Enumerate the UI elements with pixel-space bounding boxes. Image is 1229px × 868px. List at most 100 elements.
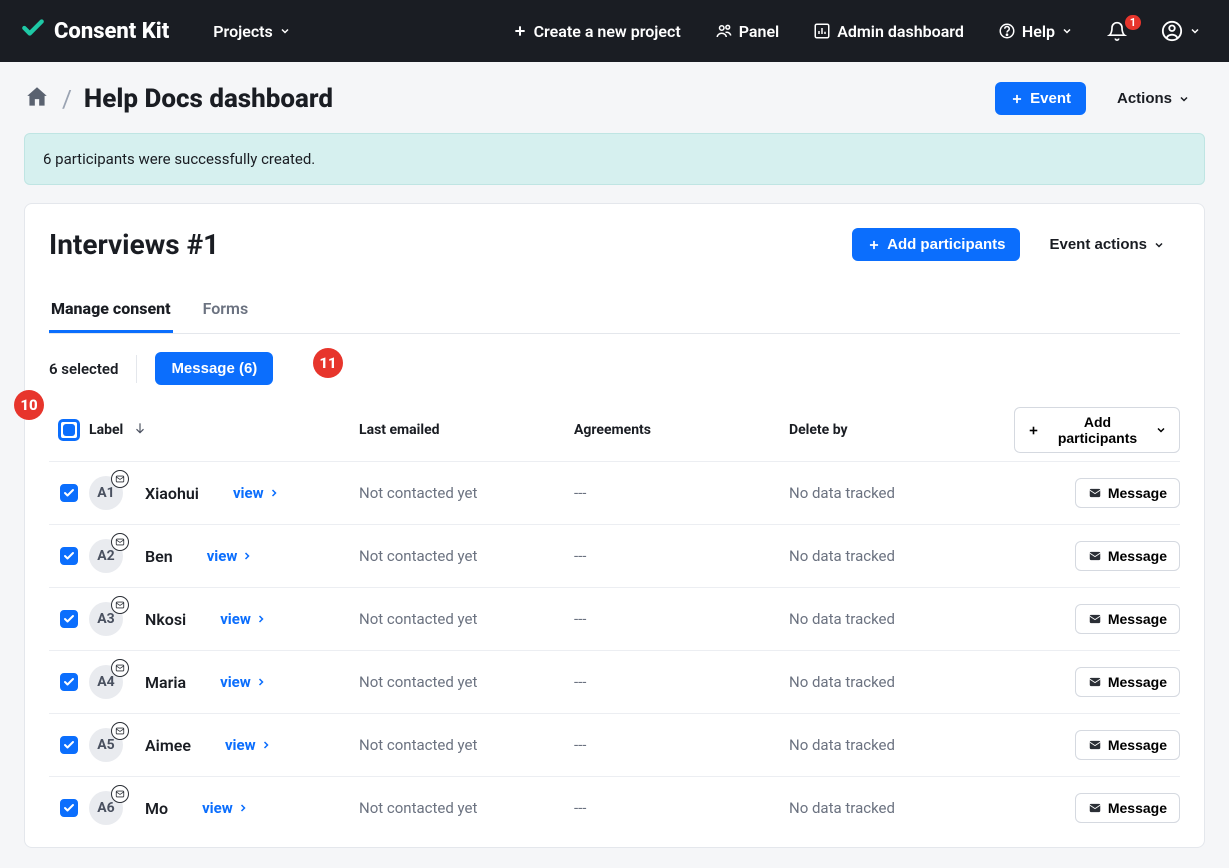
select-all-checkbox[interactable] [58, 419, 80, 441]
row-message-button[interactable]: Message [1075, 730, 1180, 760]
row-message-button[interactable]: Message [1075, 667, 1180, 697]
view-link[interactable]: view [202, 799, 249, 817]
col-last-emailed[interactable]: Last emailed [359, 422, 574, 438]
view-link[interactable]: view [220, 673, 267, 691]
last-emailed-cell: Not contacted yet [359, 736, 574, 754]
plus-icon [867, 238, 881, 252]
top-nav: Consent Kit Projects Create a new projec… [0, 0, 1229, 62]
annotation-10: 10 [14, 390, 44, 420]
agreements-cell: --- [574, 673, 789, 691]
agreements-cell: --- [574, 484, 789, 502]
event-actions-dropdown[interactable]: Event actions [1034, 228, 1180, 261]
envelope-icon [111, 596, 129, 614]
bell-icon [1107, 21, 1127, 41]
chevron-down-icon [1178, 93, 1190, 105]
row-checkbox[interactable] [60, 610, 78, 628]
selected-count: 6 selected [49, 360, 118, 378]
avatar: A4 [89, 665, 123, 699]
table-row: A4 Maria view Not contacted yet --- No d… [49, 650, 1180, 713]
row-checkbox[interactable] [60, 547, 78, 565]
breadcrumb: / Help Docs dashboard Event Actions [24, 82, 1205, 115]
sort-down-icon[interactable] [133, 421, 147, 439]
envelope-icon [111, 785, 129, 803]
avatar: A6 [89, 791, 123, 825]
nav-projects[interactable]: Projects [199, 22, 305, 41]
bulk-message-button[interactable]: Message (6) [155, 352, 273, 385]
col-label[interactable]: Label [89, 422, 123, 438]
view-link[interactable]: view [220, 610, 267, 628]
last-emailed-cell: Not contacted yet [359, 547, 574, 565]
delete-by-cell: No data tracked [789, 673, 1014, 691]
chart-icon [813, 22, 831, 40]
chevron-down-icon [279, 25, 291, 37]
participant-name: Nkosi [145, 610, 186, 629]
participant-name: Aimee [145, 736, 191, 755]
last-emailed-cell: Not contacted yet [359, 673, 574, 691]
view-link[interactable]: view [207, 547, 254, 565]
row-checkbox[interactable] [60, 736, 78, 754]
event-card: Interviews #1 Add participants Event act… [24, 203, 1205, 848]
avatar: A1 [89, 476, 123, 510]
nav-admin[interactable]: Admin dashboard [805, 22, 972, 41]
plus-icon [1010, 92, 1024, 106]
plus-icon [1027, 424, 1040, 437]
participants-table: Label Last emailed Agreements Delete by … [49, 399, 1180, 839]
new-event-button[interactable]: Event [995, 82, 1086, 115]
brand-logo[interactable]: Consent Kit [20, 15, 169, 47]
participant-name: Maria [145, 673, 186, 692]
add-participants-button[interactable]: Add participants [852, 228, 1020, 261]
plus-icon [512, 23, 528, 39]
help-icon [998, 22, 1016, 40]
bulk-toolbar: 6 selected Message (6) 11 10 [49, 352, 1180, 385]
last-emailed-cell: Not contacted yet [359, 799, 574, 817]
table-row: A2 Ben view Not contacted yet --- No dat… [49, 524, 1180, 587]
participant-name: Ben [145, 547, 173, 566]
home-icon[interactable] [24, 84, 50, 114]
agreements-cell: --- [574, 736, 789, 754]
row-message-button[interactable]: Message [1075, 604, 1180, 634]
participant-name: Xiaohui [145, 484, 199, 503]
participant-name: Mo [145, 799, 168, 818]
delete-by-cell: No data tracked [789, 610, 1014, 628]
row-checkbox[interactable] [60, 673, 78, 691]
tab-forms[interactable]: Forms [201, 289, 251, 333]
view-link[interactable]: view [233, 484, 280, 502]
agreements-cell: --- [574, 610, 789, 628]
tab-manage-consent[interactable]: Manage consent [49, 289, 173, 333]
row-message-button[interactable]: Message [1075, 793, 1180, 823]
agreements-cell: --- [574, 799, 789, 817]
nav-account[interactable] [1153, 20, 1209, 42]
page-title: Help Docs dashboard [84, 84, 333, 114]
user-circle-icon [1161, 20, 1183, 42]
table-header: Label Last emailed Agreements Delete by … [49, 399, 1180, 461]
logo-mark-icon [20, 15, 46, 47]
nav-create-project[interactable]: Create a new project [504, 22, 689, 41]
delete-by-cell: No data tracked [789, 484, 1014, 502]
chevron-down-icon [1155, 424, 1167, 436]
delete-by-cell: No data tracked [789, 736, 1014, 754]
nav-panel[interactable]: Panel [707, 22, 787, 41]
table-row: A3 Nkosi view Not contacted yet --- No d… [49, 587, 1180, 650]
chevron-down-icon [1189, 25, 1201, 37]
envelope-icon [111, 659, 129, 677]
row-checkbox[interactable] [60, 799, 78, 817]
avatar: A3 [89, 602, 123, 636]
notification-badge: 1 [1125, 15, 1141, 30]
annotation-11: 11 [313, 348, 343, 378]
chevron-down-icon [1061, 25, 1073, 37]
col-agreements[interactable]: Agreements [574, 422, 789, 438]
last-emailed-cell: Not contacted yet [359, 610, 574, 628]
view-link[interactable]: view [225, 736, 272, 754]
row-message-button[interactable]: Message [1075, 541, 1180, 571]
row-checkbox[interactable] [60, 484, 78, 502]
event-title: Interviews #1 [49, 228, 219, 261]
col-delete-by[interactable]: Delete by [789, 422, 1014, 438]
tabs: Manage consent Forms [49, 289, 1180, 334]
table-row: A1 Xiaohui view Not contacted yet --- No… [49, 461, 1180, 524]
nav-help[interactable]: Help [990, 22, 1081, 41]
add-participants-dropdown[interactable]: Add participants [1014, 407, 1180, 453]
nav-notifications[interactable]: 1 [1099, 21, 1135, 41]
row-message-button[interactable]: Message [1075, 478, 1180, 508]
actions-dropdown[interactable]: Actions [1102, 82, 1205, 115]
chevron-down-icon [1153, 239, 1165, 251]
